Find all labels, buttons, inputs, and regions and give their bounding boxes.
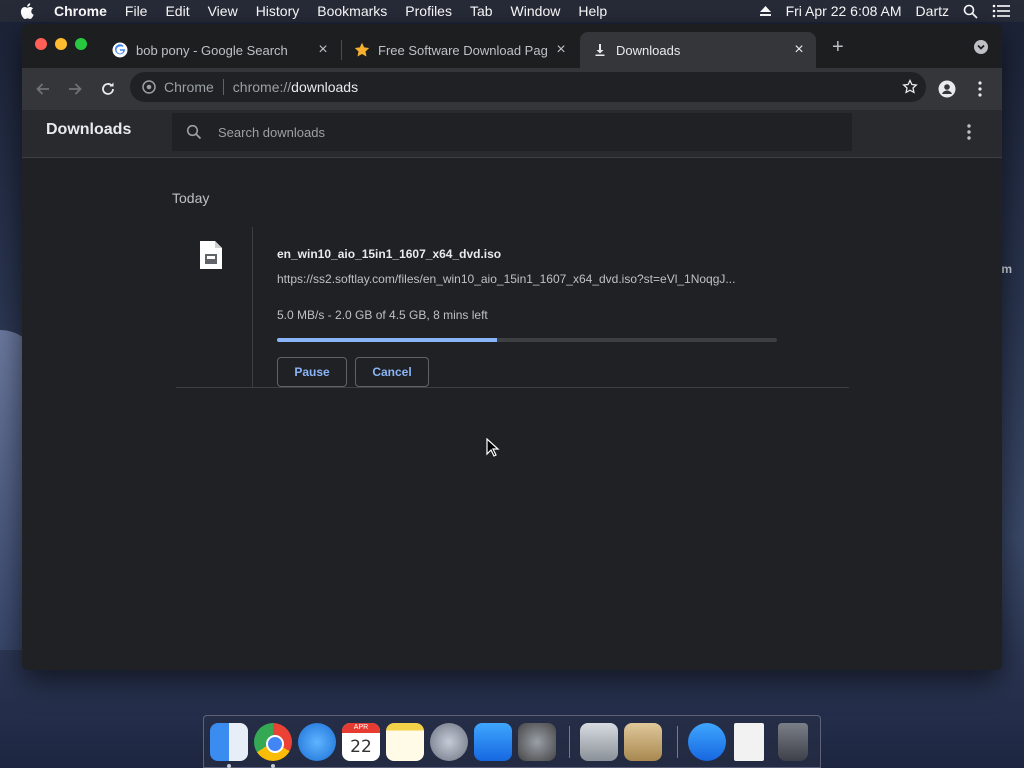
tab-title: bob pony - Google Search [136,42,288,58]
tab-strip: bob pony - Google Search × Free Software… [22,24,1002,68]
close-tab-icon[interactable]: × [554,42,568,58]
notes-icon[interactable] [386,723,424,761]
browser-menu-button[interactable] [969,78,991,100]
page-title: Downloads [46,121,132,138]
document-icon[interactable] [734,723,764,761]
spotlight-search-icon[interactable] [963,4,978,19]
star-icon [354,42,370,58]
download-icon [592,42,608,58]
back-button[interactable] [32,78,54,100]
desktop-partial-text: m [1001,262,1012,276]
tab-title: Free Software Download Page [378,42,548,58]
bookmark-star-icon[interactable] [902,78,918,95]
tab-search-icon[interactable] [974,40,988,54]
close-window-button[interactable] [35,38,47,50]
chrome-center [266,735,284,753]
disk-utility-icon[interactable] [580,723,618,761]
downloads-menu-button[interactable] [966,122,972,142]
safari-icon[interactable] [298,723,336,761]
app-store-downloads-icon[interactable] [688,723,726,761]
url-prefix: chrome:// [232,79,292,95]
chrome-window: bob pony - Google Search × Free Software… [22,24,1002,670]
omnibox-divider [222,79,224,95]
tab-title: Downloads [616,42,681,58]
download-filename[interactable]: en_win10_aio_15in1_1607_x64_dvd.iso [277,247,501,261]
menu-edit[interactable]: Edit [165,3,189,19]
menu-view[interactable]: View [208,3,238,19]
dock-separator [569,726,570,758]
app-store-icon[interactable] [474,723,512,761]
calendar-icon[interactable]: APR 22 [342,723,380,761]
menu-datetime[interactable]: Fri Apr 22 6:08 AM [786,3,902,19]
menu-tab[interactable]: Tab [470,3,493,19]
chrome-running-dot [271,764,275,768]
chrome-dock-icon[interactable] [254,723,292,761]
kebab-menu-icon [978,81,982,97]
mouse-cursor-icon [486,437,500,458]
search-icon [186,124,202,140]
system-preferences-icon[interactable] [518,723,556,761]
downloads-header: Downloads Search downloads [22,110,1002,158]
profile-avatar-icon [938,80,956,98]
omnibox-url[interactable]: chrome://downloads [233,79,358,95]
kebab-menu-icon [967,124,971,140]
search-downloads-field[interactable]: Search downloads [172,113,852,151]
downloads-page: Downloads Search downloads Today en_win1… [22,110,1002,670]
download-icon-column [176,227,253,387]
forward-button[interactable] [64,78,86,100]
close-tab-icon[interactable]: × [316,42,330,58]
finder-running-dot [227,764,231,768]
back-arrow-icon [36,83,49,95]
launchpad-icon[interactable] [430,723,468,761]
calendar-month: APR [342,723,380,733]
new-tab-button[interactable]: + [832,37,844,57]
menu-app-name[interactable]: Chrome [54,3,107,19]
trash-icon[interactable] [778,723,808,761]
menu-bookmarks[interactable]: Bookmarks [317,3,387,19]
menu-user[interactable]: Dartz [916,3,949,19]
installer-icon[interactable] [624,723,662,761]
zoom-window-button[interactable] [75,38,87,50]
chrome-site-icon[interactable] [142,80,156,94]
forward-arrow-icon [69,83,82,95]
dock: APR 22 [203,715,821,768]
menu-file[interactable]: File [125,3,148,19]
file-icon [200,241,222,269]
dock-separator [677,726,678,758]
menu-bar-status: Fri Apr 22 6:08 AM Dartz [759,0,1024,22]
tab-google-search[interactable]: bob pony - Google Search × [100,32,340,68]
search-placeholder: Search downloads [218,124,325,140]
cancel-button[interactable]: Cancel [355,357,429,387]
reload-icon [102,82,114,95]
google-icon [112,42,128,58]
apple-icon[interactable] [20,3,34,19]
calendar-day: 22 [350,737,372,757]
eject-icon[interactable] [759,5,772,17]
menu-help[interactable]: Help [578,3,607,19]
menu-profiles[interactable]: Profiles [405,3,452,19]
address-bar[interactable]: Chrome chrome://downloads [130,72,926,102]
download-item: en_win10_aio_15in1_1607_x64_dvd.iso http… [176,227,849,388]
close-tab-icon[interactable]: × [792,42,806,58]
tab-free-software[interactable]: Free Software Download Page × [342,32,578,68]
download-progress-bar [277,338,777,342]
reload-button[interactable] [97,78,119,100]
menu-window[interactable]: Window [511,3,561,19]
download-status: 5.0 MB/s - 2.0 GB of 4.5 GB, 8 mins left [277,308,488,322]
profile-button[interactable] [936,78,958,100]
finder-icon[interactable] [210,723,248,761]
date-group-label: Today [172,190,210,206]
download-progress-fill [277,338,497,342]
url-host: downloads [291,79,359,95]
minimize-window-button[interactable] [55,38,67,50]
download-url[interactable]: https://ss2.softlay.com/files/en_win10_a… [277,272,777,286]
omnibox-scheme-label: Chrome [164,79,214,95]
notification-center-icon[interactable] [992,4,1010,18]
pause-button[interactable]: Pause [277,357,347,387]
tab-downloads[interactable]: Downloads × [580,32,816,68]
menu-history[interactable]: History [256,3,300,19]
menu-bar: Chrome File Edit View History Bookmarks … [0,0,1024,22]
browser-toolbar: Chrome chrome://downloads [22,68,1002,110]
